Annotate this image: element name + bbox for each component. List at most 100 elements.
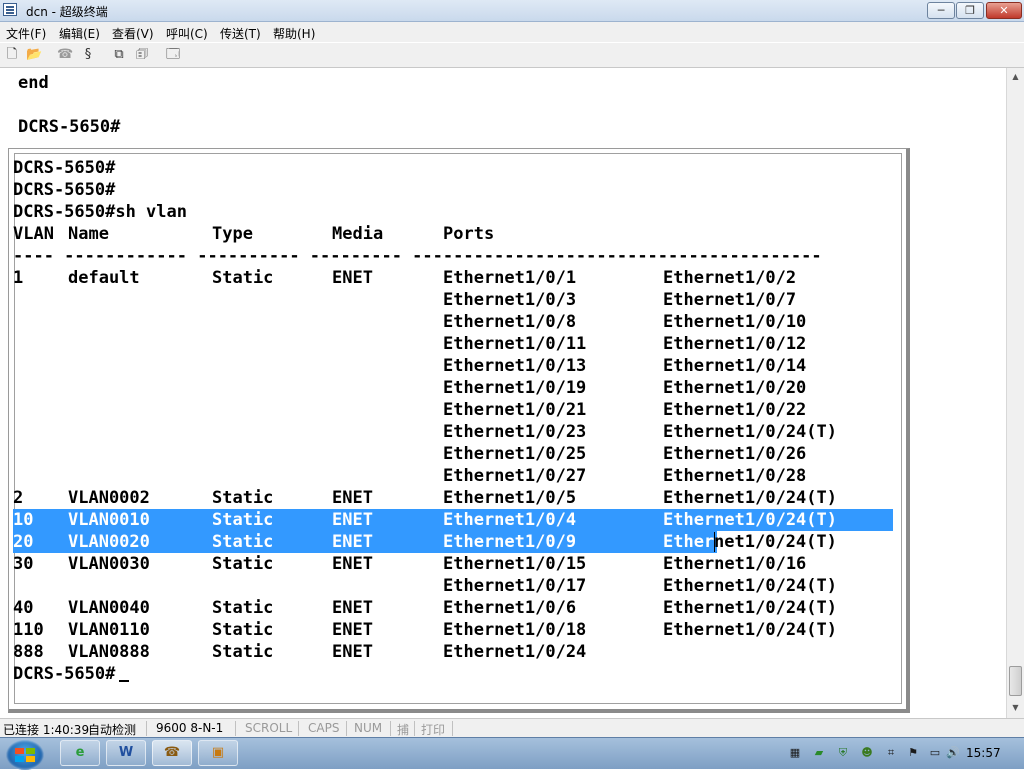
- film-icon[interactable]: ▦: [788, 746, 802, 760]
- cell-type: Static: [212, 620, 274, 640]
- status-num: NUM: [354, 721, 383, 735]
- cell-p2: Ethernet1/0/24(T): [663, 488, 837, 508]
- cell-p1: Ethernet1/0/23: [443, 422, 587, 442]
- status-divider: [346, 721, 347, 736]
- cell-p2: Ethernet1/0/22: [663, 400, 807, 420]
- cell-p1: Ethernet1/0/3: [443, 290, 577, 310]
- command-prompt: DCRS-5650#: [13, 664, 116, 684]
- status-divider: [452, 721, 453, 736]
- cell-media: ENET: [332, 598, 373, 618]
- status-divider: [390, 721, 391, 736]
- restore-button[interactable]: ❐: [956, 2, 984, 19]
- disconnect-icon[interactable]: §: [80, 47, 96, 63]
- cell-p1: Ethernet1/0/19: [443, 378, 587, 398]
- header-vlan: VLAN: [13, 224, 54, 244]
- cell-name: VLAN0110: [68, 620, 150, 640]
- ie-taskbar-icon[interactable]: e: [60, 740, 100, 766]
- window-title: dcn - 超级终端: [26, 5, 108, 19]
- cell-vlan: 30: [13, 554, 34, 574]
- cell-p1: Ethernet1/0/13: [443, 356, 587, 376]
- cell-type: Static: [212, 488, 274, 508]
- volume-icon[interactable]: 🔊: [946, 746, 960, 760]
- menu-help[interactable]: 帮助(H): [273, 25, 315, 42]
- open-folder-icon[interactable]: 📂: [26, 47, 42, 63]
- scroll-up-icon[interactable]: ▲: [1009, 71, 1022, 83]
- table-row: 20 VLAN0020 Static ENET Ethernet1/0/9 Ether ne…: [13, 531, 893, 553]
- header-type: Type: [212, 224, 253, 244]
- cell-p1: Ethernet1/0/4: [443, 510, 577, 530]
- windows-logo-icon: [15, 748, 35, 762]
- menu-file[interactable]: 文件(F): [6, 25, 46, 42]
- header-media: Media: [332, 224, 384, 244]
- cell-media: ENET: [332, 554, 373, 574]
- menu-transfer[interactable]: 传送(T): [220, 25, 261, 42]
- clock[interactable]: 15:57: [966, 746, 1001, 760]
- cell-media: ENET: [332, 488, 373, 508]
- vertical-scrollbar[interactable]: ▲ ▼: [1006, 68, 1024, 718]
- hyperterminal-taskbar-icon[interactable]: ☎: [152, 740, 192, 766]
- shield-icon[interactable]: ⛨: [836, 746, 850, 760]
- terminal-cursor: [119, 680, 129, 682]
- close-button[interactable]: ✕: [986, 2, 1022, 19]
- receive-icon[interactable]: 🗊: [134, 47, 150, 63]
- terminal-overlay-window[interactable]: DCRS-5650# DCRS-5650# DCRS-5650#sh vlan VLA…: [8, 148, 910, 713]
- header-ports: Ports: [443, 224, 495, 244]
- word-taskbar-icon[interactable]: W: [106, 740, 146, 766]
- terminal-line: DCRS-5650#: [13, 158, 116, 178]
- cell-p1: Ethernet1/0/9: [443, 532, 577, 552]
- menu-call[interactable]: 呼叫(C): [166, 25, 208, 42]
- cell-p2: Ethernet1/0/24(T): [663, 598, 837, 618]
- cell-p1: Ethernet1/0/5: [443, 488, 577, 508]
- cell-name: default: [68, 268, 140, 288]
- mouse-text-cursor: [714, 532, 715, 552]
- menu-bar: 文件(F) 编辑(E) 查看(V) 呼叫(C) 传送(T) 帮助(H): [0, 22, 1024, 42]
- cell-p2: Ethernet1/0/28: [663, 466, 807, 486]
- cell-vlan: 110: [13, 620, 44, 640]
- cell-p2-unselected: net1/0/24(T): [714, 532, 837, 552]
- status-divider: [235, 721, 236, 736]
- cell-p1: Ethernet1/0/18: [443, 620, 587, 640]
- menu-view[interactable]: 查看(V): [112, 25, 154, 42]
- cell-p1: Ethernet1/0/21: [443, 400, 587, 420]
- cell-vlan: 2: [13, 488, 24, 508]
- cell-p2: Ethernet1/0/24(T): [663, 510, 837, 530]
- cell-name: VLAN0002: [68, 488, 150, 508]
- window-taskbar-icon[interactable]: ▣: [198, 740, 238, 766]
- scroll-down-icon[interactable]: ▼: [1009, 702, 1022, 714]
- cell-vlan: 20: [13, 532, 34, 552]
- cell-p1: Ethernet1/0/1: [443, 268, 577, 288]
- cell-name: VLAN0010: [68, 510, 150, 530]
- cell-media: ENET: [332, 268, 373, 288]
- status-baud: 9600 8-N-1: [156, 721, 224, 735]
- cell-p1: Ethernet1/0/24: [443, 642, 587, 662]
- cell-p1: Ethernet1/0/25: [443, 444, 587, 464]
- cell-type: Static: [212, 554, 274, 574]
- phone-icon[interactable]: ☎: [57, 47, 73, 63]
- minimize-button[interactable]: ─: [927, 2, 955, 19]
- toolbar: 🗋 📂 ☎ § ⧉ 🗊 🗔: [0, 43, 1024, 68]
- people-icon[interactable]: ☻: [860, 746, 874, 760]
- table-separator: ---- ------------ ---------- --------- -…: [13, 246, 822, 266]
- table-row: 10 VLAN0010 Static ENET Ethernet1/0/4 Etherne…: [13, 509, 893, 531]
- cell-p1: Ethernet1/0/17: [443, 576, 587, 596]
- cell-p2: Ethernet1/0/2: [663, 268, 797, 288]
- menu-edit[interactable]: 编辑(E): [59, 25, 100, 42]
- send-icon[interactable]: ⧉: [111, 47, 127, 63]
- device-icon[interactable]: ⌗: [884, 746, 898, 760]
- network-icon[interactable]: ▰: [812, 746, 826, 760]
- cell-media: ENET: [332, 510, 373, 530]
- cell-p1: Ethernet1/0/8: [443, 312, 577, 332]
- battery-icon[interactable]: ▭: [928, 746, 942, 760]
- scroll-thumb[interactable]: [1009, 666, 1022, 696]
- status-detect: 自动检测: [88, 723, 137, 737]
- cell-vlan: 1: [13, 268, 24, 288]
- cell-vlan: 10: [13, 510, 34, 530]
- cell-name: VLAN0888: [68, 642, 150, 662]
- properties-icon[interactable]: 🗔: [165, 47, 181, 63]
- status-divider: [146, 721, 147, 736]
- terminal-area[interactable]: end DCRS-5650# DCRS-5650# DCRS-5650# DCRS-…: [0, 68, 1006, 718]
- new-file-icon[interactable]: 🗋: [4, 47, 20, 63]
- flag-icon[interactable]: ⚑: [906, 746, 920, 760]
- hyperterminal-app-icon[interactable]: [3, 3, 17, 16]
- status-capture: 捕: [397, 723, 410, 737]
